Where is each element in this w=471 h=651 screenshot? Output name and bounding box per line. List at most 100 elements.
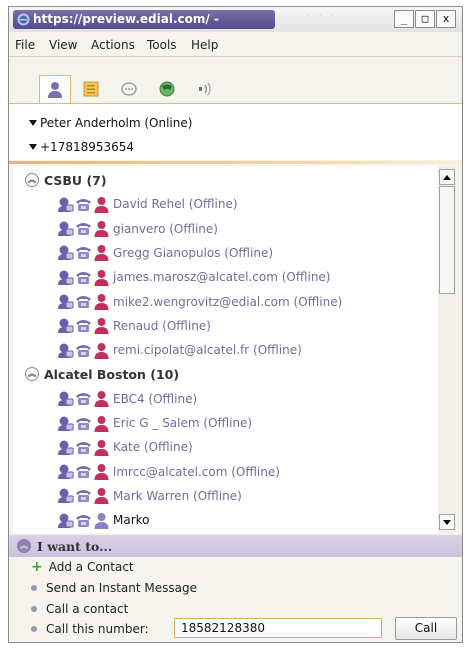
phone-icon[interactable] [75,463,92,480]
menu-actions[interactable]: Actions [91,38,135,52]
phone-icon[interactable] [75,220,92,237]
person-icon [93,342,110,359]
contact-icons [57,512,111,529]
contact-row[interactable]: james.marosz@alcatel.com (Offline) [13,265,438,289]
section-divider [9,161,462,164]
minimize-button[interactable]: _ [394,10,414,28]
contact-row[interactable]: gianvero (Offline) [13,217,438,241]
maximize-button[interactable]: □ [415,10,435,28]
plus-icon: + [31,559,43,575]
im-icon[interactable] [57,220,74,237]
phone-icon[interactable] [75,512,92,529]
tab-calls[interactable] [153,77,181,101]
phone-icon[interactable] [75,269,92,286]
group-header[interactable]: ︽ CSBU (7) [13,168,438,192]
im-icon[interactable] [57,244,74,261]
sound-icon [199,82,211,96]
phone-icon[interactable] [75,244,92,261]
contact-row[interactable]: Marko [13,508,438,532]
im-icon[interactable] [57,487,74,504]
menu-view[interactable]: View [49,38,77,52]
call-contact-link[interactable]: Call a contact [31,602,128,616]
im-icon[interactable] [57,196,74,213]
bullet-icon [31,626,37,632]
person-icon [93,415,110,432]
scroll-up-button[interactable] [439,169,455,185]
phone-icon[interactable] [75,317,92,334]
group-header[interactable]: ︽ Alcatel Boston (10) [13,362,438,386]
im-icon[interactable] [57,390,74,407]
im-icon[interactable] [57,342,74,359]
im-icon[interactable] [57,463,74,480]
menu-help[interactable]: Help [191,38,218,52]
presence-selector[interactable]: Peter Anderholm (Online) [29,116,192,130]
contact-name: Gregg Gianopulos (Offline) [113,245,274,260]
tab-notes[interactable] [77,77,105,101]
im-icon[interactable] [57,512,74,529]
person-icon [93,244,110,262]
phone-icon[interactable] [75,439,92,456]
phone-icon[interactable] [75,196,92,213]
globe-phone-icon [159,81,175,97]
contact-row[interactable]: remi.cipolat@alcatel.fr (Offline) [13,338,438,362]
phone-icon[interactable] [75,487,92,504]
call-button[interactable]: Call [395,617,457,640]
scroll-thumb[interactable] [439,186,455,294]
contact-icons [57,269,111,286]
contact-row[interactable]: Eric G _ Salem (Offline) [13,411,438,435]
call-number-input[interactable]: 18582128380 [174,618,382,638]
contact-list-scrollbar[interactable] [438,166,456,533]
contact-name: Eric G _ Salem (Offline) [113,416,253,430]
contact-row[interactable]: Mark Warren (Offline) [13,484,438,508]
presence-label: Peter Anderholm (Online) [40,116,193,130]
contact-row[interactable]: Renaud (Offline) [13,314,438,338]
im-icon[interactable] [57,317,74,334]
im-icon[interactable] [57,293,74,310]
contact-icons [57,220,111,238]
person-icon [93,269,110,286]
im-icon[interactable] [57,415,74,432]
add-contact-link[interactable]: + Add a Contact [31,560,134,574]
contact-name: lmrcc@alcatel.com (Offline) [113,464,280,479]
menu-file[interactable]: File [15,38,35,52]
scroll-down-button[interactable] [439,514,455,530]
contact-row[interactable]: David Rehel (Offline) [13,192,438,216]
tab-contacts[interactable] [39,75,71,103]
im-icon[interactable] [57,439,74,456]
send-im-label: Send an Instant Message [46,581,197,595]
contact-name: Kate (Offline) [113,440,193,455]
dropdown-arrow-icon [29,120,37,126]
contact-icons [57,342,111,359]
tab-audio[interactable] [191,77,219,101]
phone-icon[interactable] [75,293,92,310]
phone-icon[interactable] [75,342,92,359]
contact-row[interactable]: mike2.wengrovitz@edial.com (Offline) [13,290,438,314]
person-icon [93,439,110,456]
im-icon[interactable] [57,269,74,286]
dropdown-arrow-icon [29,144,37,150]
contact-row[interactable]: EBC4 (Offline) [13,387,438,411]
contact-row[interactable]: Kate (Offline) [13,435,438,459]
contact-name: Marko [113,513,150,528]
contact-list[interactable]: ︽ CSBU (7) David Rehel (Offline) gianvero (… [13,166,438,533]
browser-icon [17,13,30,26]
status-panel: Peter Anderholm (Online) +17818953654 [9,104,462,160]
window-controls: _ □ x [393,10,456,28]
phone-icon[interactable] [75,390,92,407]
send-im-link[interactable]: Send an Instant Message [31,581,197,595]
person-icon [93,317,110,335]
contact-row[interactable]: Gregg Gianopulos (Offline) [13,241,438,265]
person-icon [93,512,110,529]
contact-row[interactable]: lmrcc@alcatel.com (Offline) [13,460,438,484]
tab-strip [9,57,462,105]
contact-icons [57,439,111,456]
menu-tools[interactable]: Tools [147,38,177,52]
i-want-to-header[interactable]: ︽ I want to... [9,535,462,557]
contact-name: gianvero (Offline) [113,221,218,236]
tab-chat[interactable] [115,77,143,101]
phone-icon[interactable] [75,415,92,432]
phone-selector[interactable]: +17818953654 [29,140,134,154]
app-window: https://preview.edial.com/ - · · · _ □ x… [8,6,463,643]
call-number-label: Call this number: [46,622,149,636]
close-button[interactable]: x [436,10,456,28]
